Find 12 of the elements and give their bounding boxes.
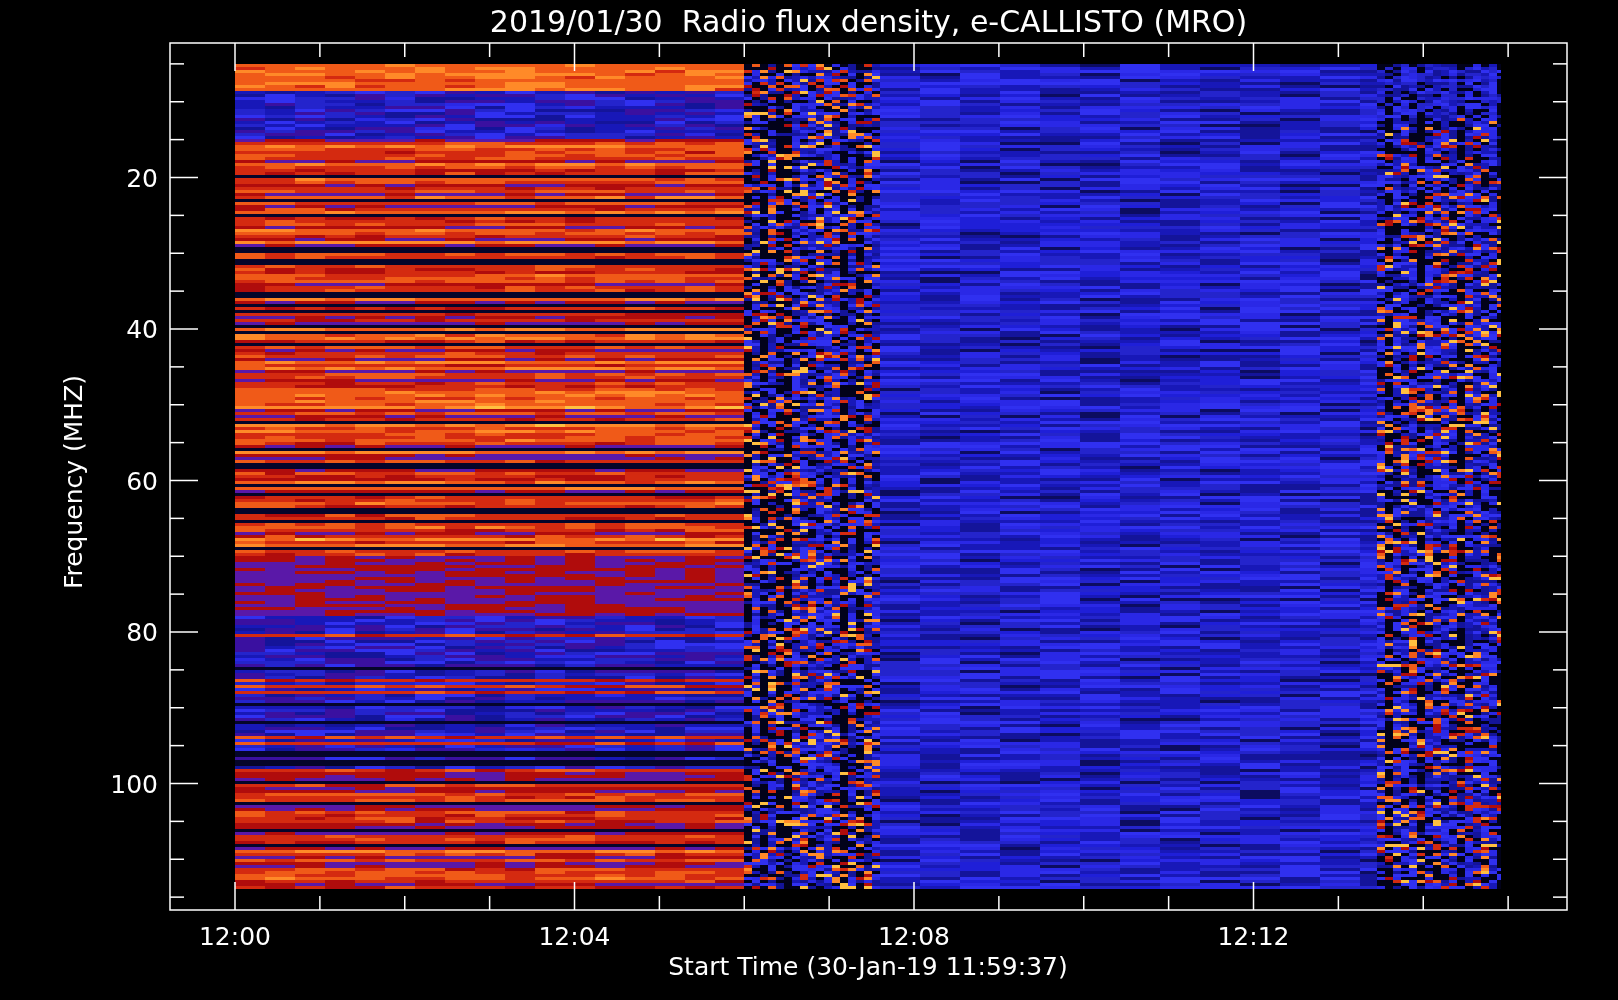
axis-label: Start Time (30-Jan-19 11:59:37)	[668, 952, 1068, 981]
tick-label: 60	[126, 466, 158, 496]
tick-label: 20	[126, 163, 158, 193]
tick-label: 12:12	[1217, 922, 1290, 951]
tick-label: 100	[110, 769, 158, 799]
tick-label: 12:08	[878, 922, 950, 951]
plot-title: 2019/01/30 Radio flux density, e-CALLISTO (MRO)	[489, 4, 1248, 39]
tick-label: 40	[126, 315, 158, 344]
tick-label: 80	[126, 618, 158, 647]
axis-label: Frequency (MHZ)	[59, 374, 88, 590]
tick-label: 12:00	[199, 922, 271, 951]
tick-label: 12:04	[538, 922, 611, 951]
